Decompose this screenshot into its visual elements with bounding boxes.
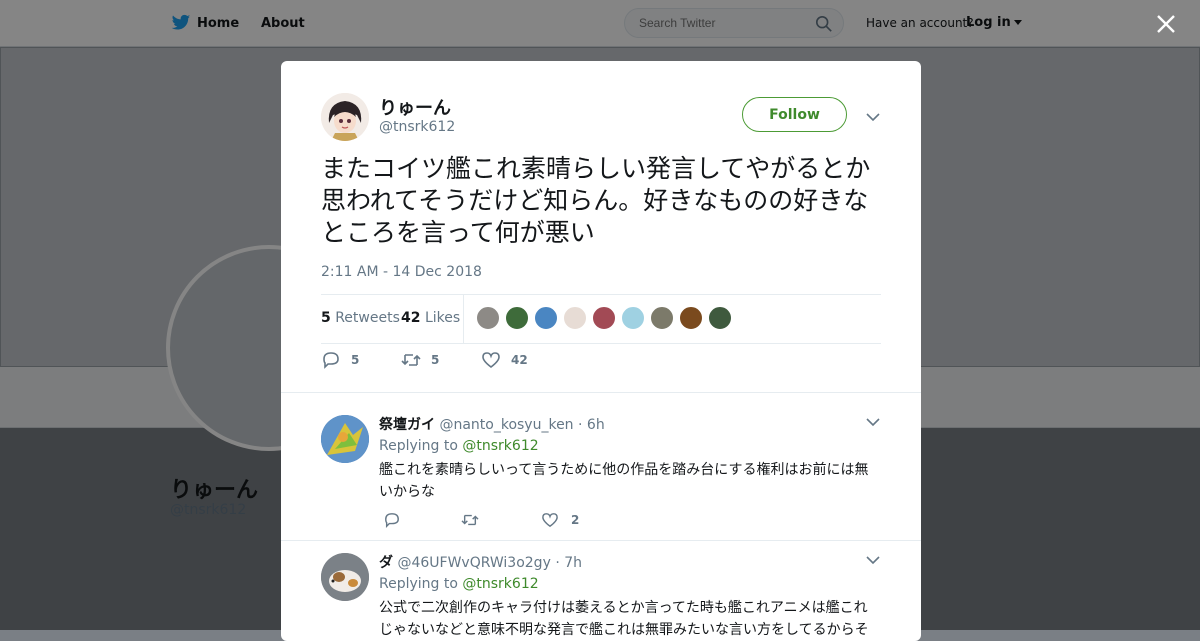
- reply-count: 5: [351, 353, 360, 367]
- reply-avatar-icon: [321, 553, 369, 601]
- retweet-action[interactable]: 5: [401, 351, 439, 369]
- stats-divider: [463, 295, 464, 343]
- replying-prefix: Replying to: [379, 438, 458, 454]
- likes-stat[interactable]: 42 Likes: [401, 310, 460, 326]
- chevron-down-icon[interactable]: [866, 417, 880, 427]
- reply-icon: [385, 513, 399, 528]
- liker-avatar[interactable]: [621, 306, 645, 330]
- liker-avatar[interactable]: [534, 306, 558, 330]
- reply-avatar[interactable]: [321, 553, 369, 601]
- tweet-stats: 5 Retweets 42 Likes: [321, 294, 881, 344]
- retweet-icon: [401, 354, 421, 366]
- retweet-count: 5: [431, 353, 440, 367]
- author-handle[interactable]: @tnsrk612: [379, 119, 455, 135]
- heart-icon: [482, 352, 500, 369]
- liker-avatar[interactable]: [679, 306, 703, 330]
- reply-author-name: ダ: [379, 555, 393, 571]
- reply-author[interactable]: 祭壇ガイ @nanto_kosyu_ken · 6h: [379, 414, 605, 434]
- tweet-actions: 5 5 42: [321, 351, 621, 377]
- reply-avatar-icon: [321, 415, 369, 463]
- tweet-text: またコイツ艦これ素晴らしい発言してやがるとか思われてそうだけど知らん。好きなもの…: [321, 154, 871, 247]
- replying-prefix: Replying to: [379, 576, 458, 592]
- likes-count: 42: [401, 310, 421, 326]
- reply-divider: [281, 540, 921, 541]
- reply-text: 艦これを素晴らしいって言うために他の作品を踏み台にする権利はお前には無いからな: [379, 462, 869, 500]
- reply-author[interactable]: ダ @46UFWvQRWi3o2gy · 7h: [379, 552, 582, 572]
- replying-to: Replying to @tnsrk612: [379, 576, 539, 592]
- liker-avatar[interactable]: [592, 306, 616, 330]
- reply-retweet-action[interactable]: [461, 512, 491, 528]
- reply-like-action[interactable]: 2: [541, 512, 579, 528]
- liker-avatar[interactable]: [650, 306, 674, 330]
- author-name[interactable]: りゅーん: [379, 94, 451, 120]
- reply-icon: [323, 352, 339, 369]
- replying-to-link[interactable]: @tnsrk612: [462, 438, 538, 454]
- retweets-label: Retweets: [335, 310, 400, 326]
- reply-author-handle: @46UFWvQRWi3o2gy: [397, 555, 551, 571]
- reply-avatar[interactable]: [321, 415, 369, 463]
- replying-to: Replying to @tnsrk612: [379, 438, 539, 454]
- reply-reply-action[interactable]: [383, 512, 413, 528]
- close-icon[interactable]: [1155, 13, 1177, 35]
- chevron-down-icon[interactable]: [866, 112, 880, 122]
- chevron-down-icon[interactable]: [866, 555, 880, 565]
- anime-avatar-icon: [321, 93, 369, 141]
- liker-avatar[interactable]: [708, 306, 732, 330]
- tweet-timestamp[interactable]: 2:11 AM - 14 Dec 2018: [321, 264, 482, 280]
- reply-time: · 6h: [578, 417, 605, 433]
- follow-button[interactable]: Follow: [742, 97, 847, 132]
- reply-action[interactable]: 5: [321, 351, 359, 369]
- like-action[interactable]: 42: [481, 351, 528, 369]
- retweet-icon: [461, 514, 479, 526]
- retweets-count: 5: [321, 310, 331, 326]
- replying-to-link[interactable]: @tnsrk612: [462, 576, 538, 592]
- reply-author-handle: @nanto_kosyu_ken: [439, 417, 574, 433]
- likes-label: Likes: [424, 310, 461, 326]
- retweets-stat[interactable]: 5 Retweets: [321, 310, 400, 326]
- tweet-modal: りゅーん @tnsrk612 Follow またコイツ艦これ素晴らしい発言してや…: [281, 61, 921, 641]
- reply-time: · 7h: [555, 555, 582, 571]
- like-count: 42: [511, 353, 528, 367]
- liker-avatar[interactable]: [505, 306, 529, 330]
- reply-author-name: 祭壇ガイ: [379, 417, 435, 433]
- liker-avatar[interactable]: [476, 306, 500, 330]
- reply-like-count: 2: [571, 513, 580, 527]
- replies-divider: [281, 392, 921, 393]
- reply-text: 公式で二次創作のキャラ付けは萎えるとか言ってた時も艦これアニメは艦これじゃないな…: [379, 600, 869, 638]
- author-avatar[interactable]: [321, 93, 369, 141]
- heart-icon: [542, 513, 558, 528]
- liker-avatar[interactable]: [563, 306, 587, 330]
